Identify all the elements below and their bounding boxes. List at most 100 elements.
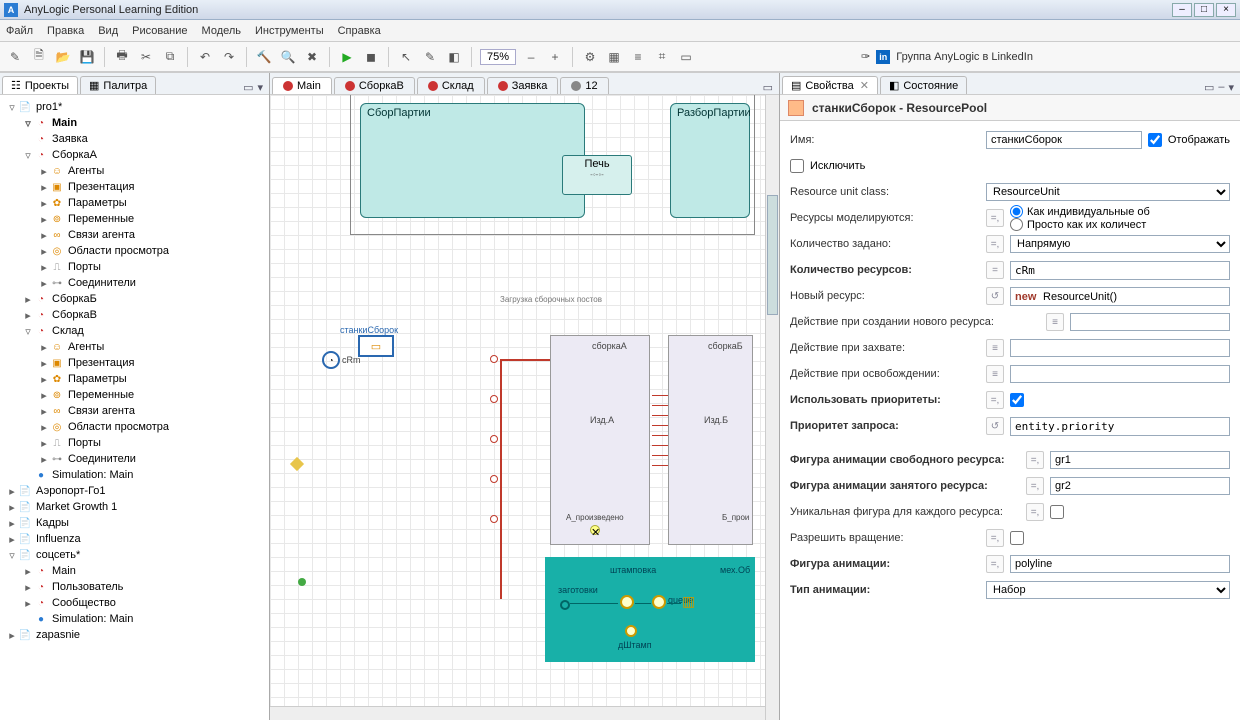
editor-tab[interactable]: СборкаВ: [334, 77, 415, 94]
search-icon[interactable]: 🔍: [279, 48, 297, 66]
resource-pool-block[interactable]: ▭: [358, 335, 394, 357]
zoom-in-icon[interactable]: +: [546, 48, 564, 66]
ruler-icon[interactable]: ▭: [677, 48, 695, 66]
hint-icon[interactable]: =,: [1026, 503, 1044, 521]
redo-icon[interactable]: ↷: [220, 48, 238, 66]
tree-item[interactable]: ▸⊶Соединители: [2, 451, 267, 467]
panel-menu2-icon[interactable]: ▾: [1228, 81, 1234, 94]
oncreate-input[interactable]: [1070, 313, 1230, 331]
pencil-icon[interactable]: ✎: [421, 48, 439, 66]
hint-icon[interactable]: =,: [986, 555, 1004, 573]
panel-min-icon[interactable]: ▭: [243, 81, 253, 94]
open-icon[interactable]: 📂: [54, 48, 72, 66]
tab-palette[interactable]: ▦Палитра: [80, 76, 156, 94]
cut-icon[interactable]: ✂: [137, 48, 155, 66]
newres-input[interactable]: new ResourceUnit(): [1010, 287, 1230, 306]
tree-item[interactable]: ▸📄Кадры: [2, 515, 267, 531]
linkedin-link[interactable]: Группа AnyLogic в LinkedIn: [896, 51, 1033, 63]
anim-type-select[interactable]: Набор: [986, 581, 1230, 599]
anim-shape-input[interactable]: [1010, 555, 1230, 573]
hint-icon[interactable]: =,: [986, 235, 1004, 253]
onrelease-input[interactable]: [1010, 365, 1230, 383]
tree-item[interactable]: ▸◎Области просмотра: [2, 419, 267, 435]
tree-item[interactable]: ▸☺Агенты: [2, 163, 267, 179]
hint-icon[interactable]: ≡: [1046, 313, 1064, 331]
tree-item[interactable]: ▸✿Параметры: [2, 195, 267, 211]
tree-item[interactable]: ▸✿Параметры: [2, 371, 267, 387]
tree-item[interactable]: ▸◔Пользователь: [2, 579, 267, 595]
copy-icon[interactable]: ⧉: [161, 48, 179, 66]
hint-icon[interactable]: =: [986, 261, 1004, 279]
hint-icon[interactable]: ≡: [986, 365, 1004, 383]
undo-icon[interactable]: ↶: [196, 48, 214, 66]
capacity-def-select[interactable]: Напрямую: [1010, 235, 1230, 253]
priority-input[interactable]: [1010, 417, 1230, 436]
linkedin-icon[interactable]: in: [876, 50, 890, 64]
maximize-button[interactable]: □: [1194, 3, 1214, 17]
pointer-icon[interactable]: ↖: [397, 48, 415, 66]
canvas-scrollbar-h[interactable]: [270, 706, 765, 720]
radio-individual[interactable]: [1010, 205, 1023, 218]
menu-Справка[interactable]: Справка: [338, 25, 381, 37]
tree-item[interactable]: ▿◔СборкаА: [2, 147, 267, 163]
tree-item[interactable]: ▸⎍Порты: [2, 259, 267, 275]
hint-icon[interactable]: ↺: [986, 417, 1004, 435]
onseize-input[interactable]: [1010, 339, 1230, 357]
editor-max-icon[interactable]: ▭: [763, 81, 773, 94]
tree-item[interactable]: ▸⊚Переменные: [2, 211, 267, 227]
tree-item[interactable]: ▿📄соцсеть*: [2, 547, 267, 563]
hint-icon[interactable]: =,: [986, 529, 1004, 547]
settings-icon[interactable]: ⚙: [581, 48, 599, 66]
shape-icon[interactable]: ◧: [445, 48, 463, 66]
tree-item[interactable]: ▸📄Influenza: [2, 531, 267, 547]
new-icon[interactable]: ✎: [6, 48, 24, 66]
hint-icon[interactable]: =,: [1026, 477, 1044, 495]
tab-properties[interactable]: ▤Свойства✕: [782, 76, 878, 94]
panel-menu-icon[interactable]: ▾: [257, 81, 263, 94]
canvas-scrollbar-v[interactable]: [765, 95, 779, 720]
editor-tab[interactable]: Main: [272, 77, 332, 94]
tree-item[interactable]: ▿◔Main: [2, 115, 267, 131]
menu-Вид[interactable]: Вид: [98, 25, 118, 37]
rotate-checkbox[interactable]: [1010, 531, 1024, 545]
delete-icon[interactable]: ✖: [303, 48, 321, 66]
usepriorities-checkbox[interactable]: [1010, 393, 1024, 407]
close-button[interactable]: ×: [1216, 3, 1236, 17]
editor-tab[interactable]: Заявка: [487, 77, 559, 94]
build-icon[interactable]: 🔨: [255, 48, 273, 66]
idle-anim-input[interactable]: [1050, 451, 1230, 469]
tree-item[interactable]: ●Simulation: Main: [2, 467, 267, 483]
tree-item[interactable]: ◔Заявка: [2, 131, 267, 147]
tree-item[interactable]: ▸📄zapasnie: [2, 627, 267, 643]
zoom-out-icon[interactable]: –: [522, 48, 540, 66]
new-doc-icon[interactable]: 🗎: [30, 48, 48, 66]
menu-Рисование[interactable]: Рисование: [132, 25, 187, 37]
tree-item[interactable]: ▸◔Сообщество: [2, 595, 267, 611]
stop-icon[interactable]: ◼: [362, 48, 380, 66]
editor-tab[interactable]: 12: [560, 77, 608, 94]
tab-projects[interactable]: ☷Проекты: [2, 76, 78, 94]
snap-icon[interactable]: ⌗: [653, 48, 671, 66]
menu-Правка[interactable]: Правка: [47, 25, 84, 37]
tree-item[interactable]: ▸📄Аэропорт-Го1: [2, 483, 267, 499]
unique-shape-checkbox[interactable]: [1050, 505, 1064, 519]
canvas[interactable]: СборПартии РазборПартии Печь -◦-◦- станк…: [270, 95, 779, 720]
capacity-input[interactable]: [1010, 261, 1230, 280]
tab-state[interactable]: ◧Состояние: [880, 76, 967, 94]
hint-icon[interactable]: =,: [986, 209, 1004, 227]
run-icon[interactable]: ▶: [338, 48, 356, 66]
show-checkbox[interactable]: [1148, 133, 1162, 147]
exclude-checkbox[interactable]: [790, 159, 804, 173]
name-input[interactable]: [986, 131, 1142, 149]
tree-item[interactable]: ▿◔Склад: [2, 323, 267, 339]
tree-item[interactable]: ●Simulation: Main: [2, 611, 267, 627]
tree-item[interactable]: ▸⊶Соединители: [2, 275, 267, 291]
editor-tab[interactable]: Склад: [417, 77, 485, 94]
save-icon[interactable]: 💾: [78, 48, 96, 66]
menu-Модель[interactable]: Модель: [202, 25, 241, 37]
tree-item[interactable]: ▸∞Связи агента: [2, 227, 267, 243]
grid-icon[interactable]: ▦: [605, 48, 623, 66]
tree-item[interactable]: ▸⎍Порты: [2, 435, 267, 451]
hint-icon[interactable]: ↺: [986, 287, 1004, 305]
zoom-select[interactable]: 75%: [480, 49, 516, 65]
